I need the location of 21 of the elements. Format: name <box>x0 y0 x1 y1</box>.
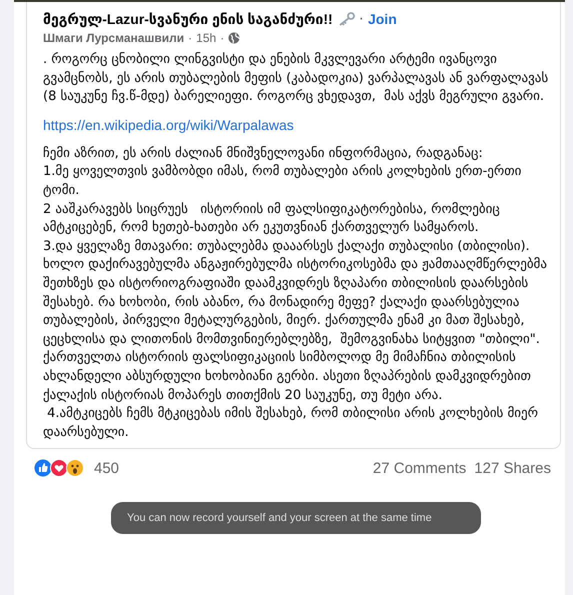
post-paragraph: 4.ამტკიცებს ჩემს მტკიცებას იმის შესახებ, რომ თბილისი არის კოლხების მიერ დაარსებული. <box>43 405 539 442</box>
post-paragraph: 2 ააშკარავებს სიცრუეს ისტორიის იმ ფალსიფიკატორებისა, რომლებიც ამტკიცებენ, რომ ხეთებ-ხათები არ ეკუთვნიან ქართველურ სამყაროს. <box>43 200 501 238</box>
separator-dot: · <box>358 10 364 28</box>
post-paragraph: . როგორც ცნობილი ლინგვისტი და ენების მკვლევარი არტემი ივანცოვი გვამცნობს, ეს არის თუბალების მეფის (კაბადოკია) ვარპალავას ან ვარფალავას (8 საუკუნე ჩვ.წ-მდე) ბარელიეფი. როგორც ვხედავთ, მას აქვს მეგრული გვარი. <box>43 51 550 106</box>
toast-notification: You can now record yourself and your screen at the same time <box>111 502 481 534</box>
post-time[interactable]: 15h <box>196 31 216 45</box>
join-link[interactable]: Join <box>368 11 397 27</box>
post-paragraph: ქართველთა ისტორიის ფალსიფიკაციის სიმბოლოდ მე მიმაჩნია თბილისის ახლანდელი აბსურდული ხოხობიანი გერბი. ასეთი ზღაპრების დამკვიდრებით ქალაქის ისტორიას მოპარეს თითქმის 20 საუკუნე, თუ მეტი არა. <box>43 349 532 404</box>
comments-count[interactable]: 27 Comments <box>372 460 466 477</box>
globe-icon <box>228 32 240 44</box>
author-name[interactable]: Шмаги Лурсманашвили <box>43 31 184 45</box>
wikipedia-link[interactable]: https://en.wikipedia.org/wiki/Warpalawas <box>43 116 550 133</box>
post-paragraph: 3.და ყველაზე მთავარი: თუბალებმა დააარსეს ქალაქი თუბალისი (თბილისი). ხოლო დაქირავებულმა ანგაჟირებულმა ისტორიკოსებმა და ჟამთააღმწერლებმა შეთხზეს და ისტორიოგრაფიაში დაამკვიდრეს ზღაპარი თბილისის დაარსების შესახებ. რა ხოხობი, რის აბანო, რა მონადირე მეფე? ქალაქი დაარსებულია თუბალების, პირველი მეტალურგების, მიერ. ქართულმა ენამ კი მათ შესახებ, ცეცხლისა და ლითონის მომთვინიერებლებზე, შემოგვინახა სიტყვით "თბილი". <box>43 238 548 349</box>
separator-dot: · <box>188 31 192 45</box>
reaction-count[interactable]: 450 <box>94 460 120 477</box>
post-paragraph: ჩემი აზრით, ეს არის ძალიან მნიშვნელოვანი ინფორმაცია, რადგანაც: <box>43 144 484 163</box>
key-icon <box>336 12 355 26</box>
group-name[interactable]: მეგრულ-Lazur-სვანური ენის საგანძური!! <box>43 10 333 28</box>
shares-count[interactable]: 127 Shares <box>474 460 551 477</box>
separator-dot: · <box>220 31 224 45</box>
post-paragraph: 1.მე ყოველთვის ვამბობდი იმას, რომ თუბალები არის კოლხების ერთ-ერთი ტომი. <box>43 163 522 200</box>
